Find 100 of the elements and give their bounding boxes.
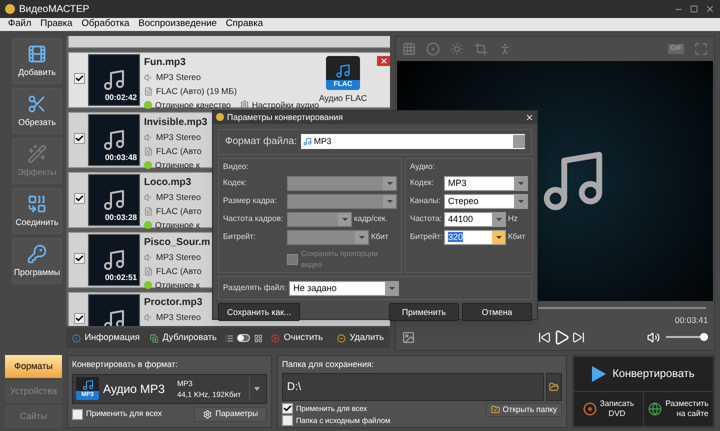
select-field[interactable]: 320	[444, 230, 506, 245]
sidebar-icon	[27, 144, 47, 164]
duration: 00:02:42	[104, 92, 137, 104]
checkbox[interactable]	[282, 402, 293, 414]
quality-label: Отличное качество	[155, 98, 231, 112]
checkbox[interactable]	[72, 408, 83, 420]
convert-button[interactable]: Конвертировать	[574, 357, 713, 391]
folder-path-field[interactable]: D:\	[282, 372, 544, 401]
checkbox[interactable]	[282, 415, 293, 426]
sidebar-button[interactable]: Добавить	[12, 38, 62, 84]
view-toggle[interactable]	[237, 334, 250, 342]
menu-item[interactable]: Файл	[8, 17, 32, 32]
check-icon	[75, 314, 84, 322]
list-view-icon[interactable]	[224, 332, 234, 344]
checkbox[interactable]	[74, 72, 85, 84]
dropdown-button[interactable]	[385, 282, 398, 295]
music-note-icon	[102, 308, 126, 326]
volume-icon[interactable]	[647, 330, 660, 344]
music-note-icon	[102, 68, 126, 92]
open-folder-button[interactable]: Открыть папку	[486, 402, 562, 417]
format-select[interactable]: MP3	[300, 134, 525, 150]
dropdown-button[interactable]	[492, 212, 505, 226]
cancel-button[interactable]: Отмена	[462, 303, 532, 322]
duration: 00:03:48	[104, 152, 137, 164]
check-icon	[75, 74, 84, 82]
delete-icon	[336, 332, 346, 344]
save-as-button[interactable]: Сохранить как...	[218, 303, 300, 322]
menu-item[interactable]: Справка	[226, 17, 264, 32]
select-value: 44100	[448, 214, 474, 224]
sidebar-button[interactable]: Обрезать	[12, 88, 62, 134]
field-label: Размер кадра:	[223, 195, 278, 208]
field-label: Частота:	[410, 213, 443, 226]
snapshot-icon[interactable]	[402, 330, 415, 344]
output-format: FLAC (Авто) (19 МБ)	[156, 84, 237, 98]
close-icon[interactable]	[705, 4, 715, 14]
select-value: MP3	[448, 178, 467, 188]
browse-folder-button[interactable]	[546, 372, 562, 401]
select-field[interactable]: 44100	[444, 212, 506, 227]
check-icon	[75, 194, 84, 202]
parameters-button[interactable]: Параметры	[194, 406, 267, 422]
folder-icon	[549, 382, 559, 392]
menu-item[interactable]: Правка	[40, 17, 72, 32]
apply-button[interactable]: Применить	[389, 303, 459, 322]
volume-slider[interactable]	[666, 333, 708, 342]
dropdown-button[interactable]	[514, 194, 527, 208]
close-icon[interactable]	[525, 112, 534, 122]
format-name: Аудио MP3	[103, 380, 165, 398]
field-label: Битрейт:	[410, 231, 444, 244]
select-field[interactable]: Не задано	[289, 280, 400, 296]
sidebar-icon	[27, 94, 47, 114]
check-icon	[75, 134, 84, 142]
info-button[interactable]: Информация	[84, 331, 140, 345]
quality-label: Отличное к	[155, 158, 200, 172]
clear-icon	[271, 332, 280, 344]
checkbox[interactable]	[74, 192, 85, 204]
info-icon	[72, 332, 81, 344]
publish-button[interactable]: Разместить на сайте	[644, 392, 713, 426]
menu-item[interactable]: Воспроизведение	[138, 17, 217, 32]
dropdown-button[interactable]	[514, 176, 527, 190]
sidebar-tab[interactable]: Форматы	[5, 355, 62, 378]
file-name: Pisco_Sour.m	[144, 236, 210, 250]
dialog-title: Параметры конвертирования	[227, 111, 343, 124]
burn-dvd-button[interactable]: Записать DVD	[574, 392, 643, 426]
audio-settings-link[interactable]: Настройки аудио	[252, 98, 319, 112]
sidebar-button[interactable]: Соединить	[12, 188, 62, 234]
field-label: Кодек:	[410, 177, 435, 190]
grid-view-icon[interactable]	[254, 332, 264, 344]
volume-thumb[interactable]	[700, 333, 708, 342]
music-note-icon	[102, 248, 126, 272]
clear-button[interactable]: Очистить	[284, 331, 323, 345]
source-format: MP3 Stereo	[156, 71, 201, 84]
music-note-icon	[102, 188, 126, 212]
menu-item[interactable]: Обработка	[81, 17, 130, 32]
folder-icon	[490, 405, 500, 414]
previous-icon[interactable]	[538, 330, 550, 344]
sidebar-button[interactable]: Программы	[12, 238, 62, 284]
unit-label: Hz	[508, 213, 518, 226]
close-button[interactable]	[377, 56, 390, 66]
quality-label: Отличное к	[155, 218, 200, 232]
select-field[interactable]: Стерео	[444, 194, 528, 209]
duplicate-button[interactable]: Дублировать	[162, 331, 217, 345]
source-format: MP3 Stereo	[156, 251, 201, 264]
speaker-icon	[144, 312, 153, 322]
file-name: Invisible.mp3	[144, 116, 208, 130]
maximize-icon[interactable]	[690, 5, 698, 13]
field-label: Кодек:	[223, 177, 248, 190]
checkbox[interactable]	[74, 132, 85, 144]
checkbox[interactable]	[74, 312, 85, 324]
group-title: Аудио:	[410, 160, 436, 173]
disc-icon	[582, 402, 597, 416]
duplicate-icon	[150, 332, 158, 344]
select-value: Стерео	[448, 196, 479, 206]
speaker-icon	[144, 192, 153, 202]
next-icon[interactable]	[572, 330, 584, 344]
select-field[interactable]: MP3	[444, 176, 528, 191]
check-icon	[75, 254, 84, 262]
dropdown-button[interactable]	[492, 230, 505, 244]
delete-button[interactable]: Удалить	[350, 331, 384, 345]
sidebar-icon	[27, 194, 47, 214]
checkbox[interactable]	[74, 252, 85, 264]
